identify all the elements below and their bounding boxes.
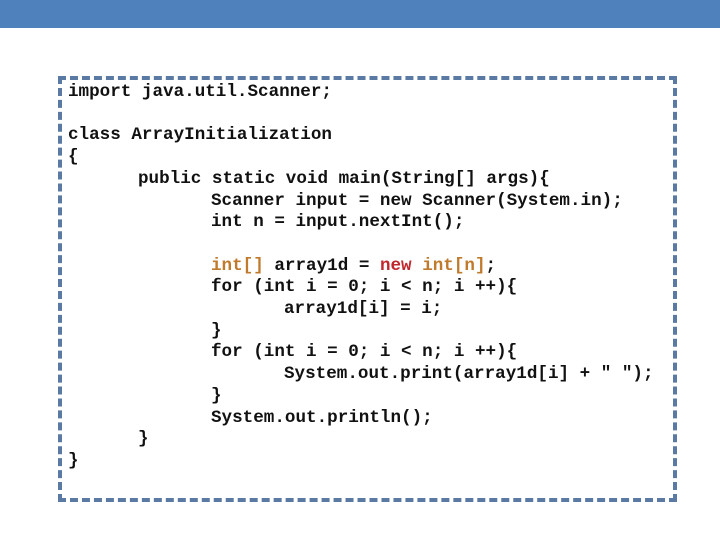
code-line: for (int i = 0; i < n; i ++){: [211, 277, 518, 298]
code-token-type: int[]: [211, 255, 264, 276]
code-token-type: int[n]: [422, 255, 486, 276]
code-line: for (int i = 0; i < n; i ++){: [211, 342, 518, 363]
code-token-plain: array1d =: [263, 255, 380, 276]
code-line: Scanner input = new Scanner(System.in);: [211, 190, 623, 211]
code-line: }: [211, 320, 222, 341]
code-line: int[] array1d = new int[n];: [211, 255, 496, 277]
code-line: System.out.println();: [211, 407, 433, 428]
code-line: public static void main(String[] args){: [138, 168, 550, 189]
code-token-plain: ;: [485, 255, 497, 276]
code-line: import java.util.Scanner;: [68, 82, 332, 102]
slide-header-bar: [0, 0, 720, 28]
code-line: }: [138, 429, 149, 450]
code-line: }: [68, 450, 79, 471]
code-line: {: [68, 147, 79, 168]
code-line: System.out.print(array1d[i] + " ");: [284, 364, 654, 385]
code-line: }: [211, 385, 222, 406]
code-line: int n = input.nextInt();: [211, 212, 465, 233]
code-token-new: new: [379, 255, 412, 276]
code-line: class ArrayInitialization: [68, 125, 332, 146]
code-line: array1d[i] = i;: [284, 299, 443, 319]
